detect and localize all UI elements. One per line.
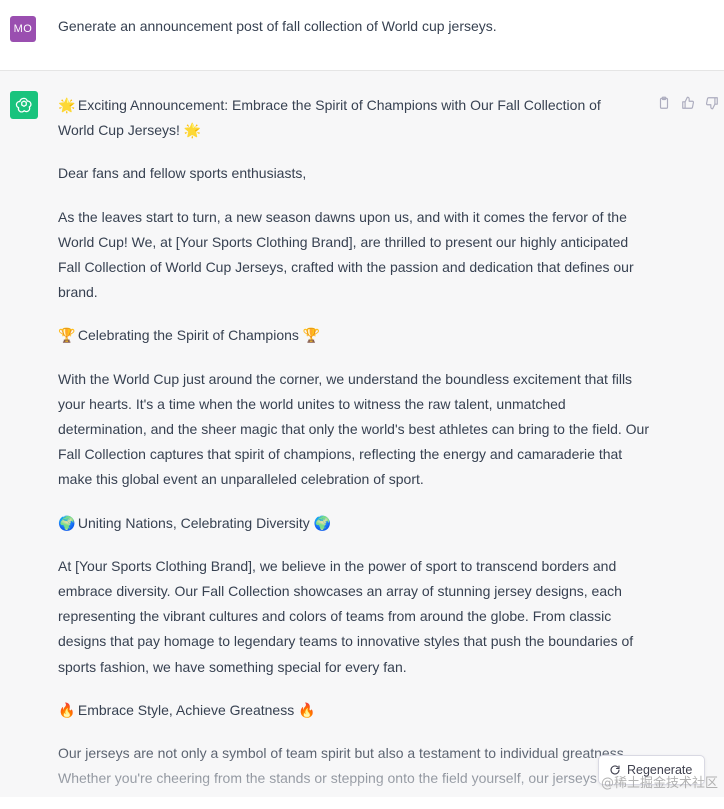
globe-emoji-icon: 🌍 [58, 514, 76, 531]
user-prompt-text: Generate an announcement post of fall co… [58, 18, 497, 34]
title-line-2: World Cup Jerseys! [58, 122, 180, 139]
assistant-message-row: 🌟 Exciting Announcement: Embrace the Spi… [0, 71, 724, 797]
fire-emoji-icon: 🔥 [58, 701, 76, 718]
star-emoji-icon: 🌟 [183, 122, 202, 139]
thumbs-up-icon[interactable] [680, 95, 696, 111]
greeting: Dear fans and fellow sports enthusiasts, [58, 165, 307, 182]
heading-3-text: Embrace Style, Achieve Greatness [77, 701, 295, 718]
section-heading-3: 🔥 Embrace Style, Achieve Greatness 🔥 [58, 698, 653, 723]
clipboard-icon[interactable] [656, 95, 672, 111]
trophy-emoji-icon: 🏆 [302, 327, 321, 344]
paragraph-4: Our jerseys are not only a symbol of tea… [58, 745, 628, 787]
watermark-text: @稀土掘金技术社区 [600, 776, 718, 791]
fire-emoji-icon: 🔥 [298, 701, 316, 718]
star-emoji-icon: 🌟 [58, 97, 76, 113]
message-actions [656, 95, 720, 111]
paragraph-1: As the leaves start to turn, a new seaso… [58, 208, 634, 301]
trophy-emoji-icon: 🏆 [58, 327, 76, 344]
heading-2-text: Uniting Nations, Celebrating Diversity [77, 514, 310, 531]
thumbs-down-icon[interactable] [704, 95, 720, 111]
assistant-answer: 🌟 Exciting Announcement: Embrace the Spi… [58, 93, 653, 809]
globe-emoji-icon: 🌍 [313, 514, 332, 531]
openai-logo-icon [10, 91, 38, 119]
section-heading-2: 🌍 Uniting Nations, Celebrating Diversity… [58, 511, 653, 536]
user-message-row: MO Generate an announcement post of fall… [0, 0, 724, 71]
user-avatar: MO [10, 16, 36, 42]
title-line-1: Exciting Announcement: Embrace the Spiri… [77, 97, 601, 113]
announcement-title: 🌟 Exciting Announcement: Embrace the Spi… [58, 93, 653, 143]
paragraph-2: With the World Cup just around the corne… [58, 370, 650, 488]
section-heading-1: 🏆 Celebrating the Spirit of Champions 🏆 [58, 323, 653, 348]
paragraph-3: At [Your Sports Clothing Brand], we beli… [58, 557, 634, 675]
heading-1-text: Celebrating the Spirit of Champions [77, 327, 299, 344]
